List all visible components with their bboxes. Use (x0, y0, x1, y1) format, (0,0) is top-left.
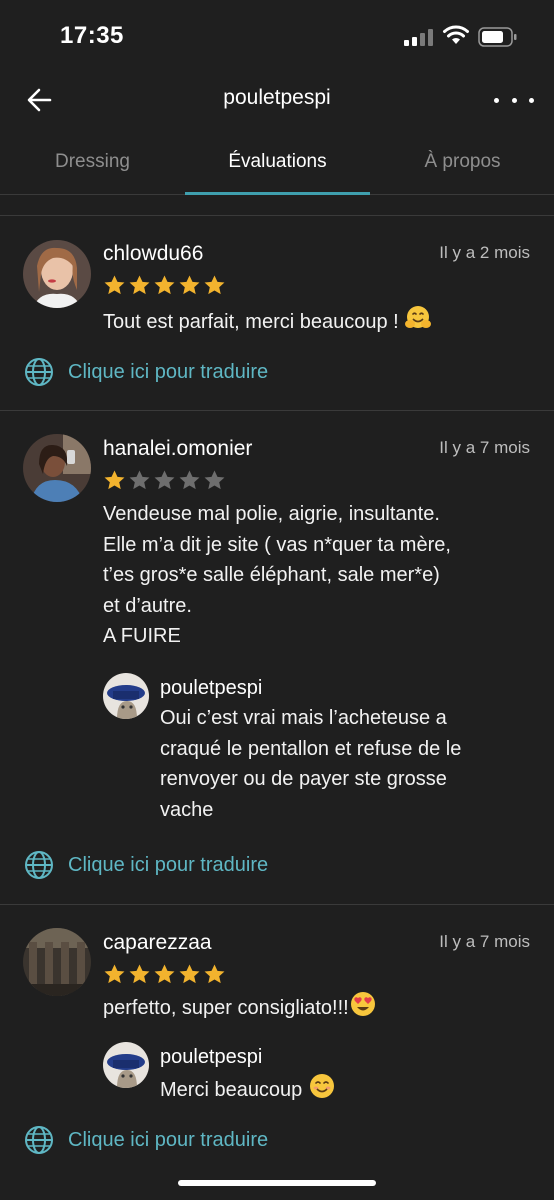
status-time: 17:35 (60, 22, 124, 49)
review-text: Tout est parfait, merci beaucoup ! (103, 304, 523, 338)
status-bar: 17:35 (0, 0, 554, 74)
star-rating (103, 963, 226, 986)
translate-label: Clique ici pour traduire (68, 1128, 269, 1151)
cellular-signal-icon (404, 28, 434, 46)
tab-dressing[interactable]: Dressing (0, 128, 185, 194)
heart-eyes-emoji-icon (350, 992, 375, 1016)
translate-link[interactable]: Clique ici pour traduire (24, 357, 268, 387)
translate-link[interactable]: Clique ici pour traduire (24, 1125, 268, 1155)
star-empty-icon (179, 470, 200, 490)
seller-reply-text: Merci beaucoup (160, 1072, 540, 1106)
translate-label: Clique ici pour traduire (68, 360, 269, 383)
wifi-icon (443, 25, 469, 44)
star-filled-icon (179, 275, 200, 295)
star-filled-icon (129, 964, 150, 984)
star-rating (103, 274, 226, 297)
hugging-face-emoji-icon (405, 306, 432, 328)
star-filled-icon (104, 275, 125, 295)
star-filled-icon (104, 470, 125, 490)
globe-icon (25, 358, 53, 386)
home-indicator[interactable] (178, 1180, 376, 1186)
seller-reply-username[interactable]: pouletpespi (160, 677, 262, 700)
avatar[interactable] (23, 434, 91, 502)
review-time: Il y a 7 mois (439, 932, 530, 951)
star-empty-icon (154, 470, 175, 490)
translate-label: Clique ici pour traduire (68, 853, 269, 876)
translate-link[interactable]: Clique ici pour traduire (24, 850, 268, 880)
review-time: Il y a 7 mois (439, 438, 530, 457)
globe-icon (25, 851, 53, 879)
seller-avatar[interactable] (103, 673, 149, 719)
seller-reply-username[interactable]: pouletpespi (160, 1046, 262, 1069)
battery-icon (478, 27, 517, 47)
star-rating (103, 469, 226, 492)
review-item: chlowdu66 Il y a 2 mois Tout est parfait… (0, 216, 554, 410)
star-filled-icon (154, 275, 175, 295)
star-filled-icon (104, 964, 125, 984)
globe-icon (25, 1126, 53, 1154)
tab-evaluations[interactable]: Évaluations (185, 128, 370, 195)
review-text: perfetto, super consigliato!!! (103, 990, 523, 1024)
seller-avatar[interactable] (103, 1042, 149, 1088)
star-empty-icon (129, 470, 150, 490)
review-text: Vendeuse mal polie, aigrie, insultante. … (103, 503, 451, 647)
avatar[interactable] (23, 928, 91, 996)
review-item: caparezzaa Il y a 7 mois perfetto, super… (0, 905, 554, 1175)
tab-a-propos[interactable]: À propos (370, 128, 554, 194)
more-options-icon[interactable] (494, 82, 534, 118)
star-empty-icon (204, 470, 225, 490)
reviewer-username[interactable]: hanalei.omonier (103, 437, 252, 461)
star-filled-icon (204, 275, 225, 295)
star-filled-icon (179, 964, 200, 984)
star-filled-icon (204, 964, 225, 984)
star-filled-icon (154, 964, 175, 984)
smiling-face-emoji-icon (309, 1074, 334, 1098)
reviewer-username[interactable]: caparezzaa (103, 931, 212, 955)
seller-reply-text: Oui c’est vrai mais l’acheteuse a craqué… (160, 707, 462, 821)
avatar[interactable] (23, 240, 91, 308)
top-nav-bar: pouletpespi (0, 74, 554, 126)
star-filled-icon (129, 275, 150, 295)
review-item: hanalei.omonier Il y a 7 mois Vendeuse m… (0, 411, 554, 904)
page-title: pouletpespi (223, 86, 331, 109)
review-time: Il y a 2 mois (439, 243, 530, 262)
reviewer-username[interactable]: chlowdu66 (103, 242, 203, 266)
tab-bar: Dressing Évaluations À propos (0, 128, 554, 195)
